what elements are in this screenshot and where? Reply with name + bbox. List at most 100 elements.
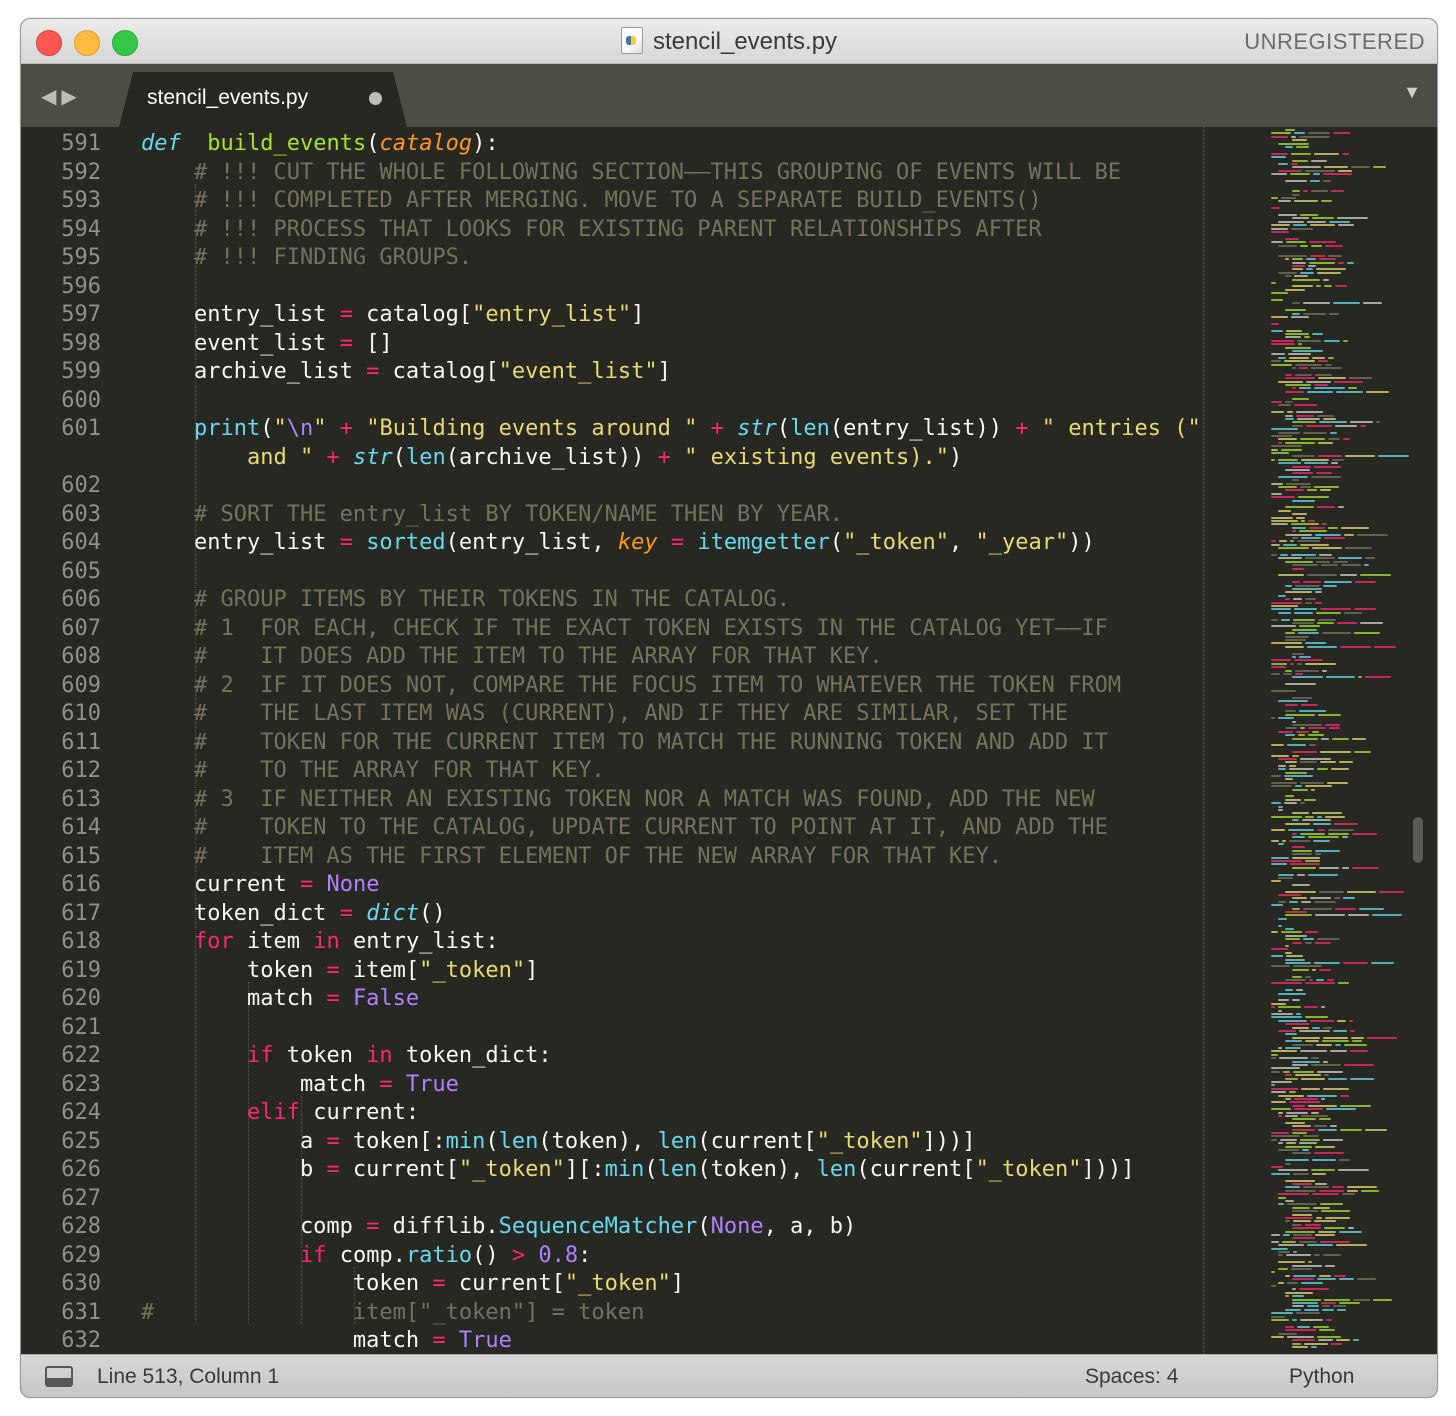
tab-navigation-arrows[interactable]: ◀▶ <box>41 84 82 109</box>
minimap-line <box>1292 720 1296 723</box>
tab-stencil-events[interactable]: stencil_events.py <box>119 72 407 127</box>
minimap-line <box>1285 1274 1290 1277</box>
code-line[interactable]: match = True <box>141 1327 512 1354</box>
code-line[interactable]: token_dict = dict() <box>141 900 446 929</box>
code-token: " <box>273 416 287 441</box>
code-line[interactable]: match = True <box>141 1071 459 1100</box>
minimap-line <box>1314 1125 1327 1128</box>
minimap-line <box>1271 329 1283 332</box>
minimap-line <box>1292 1237 1315 1240</box>
code-line[interactable]: # 3 IF NEITHER AN EXISTING TOKEN NOR A M… <box>141 786 1095 815</box>
code-line[interactable]: # !!! CUT THE WHOLE FOLLOWING SECTION——T… <box>141 159 1121 188</box>
minimap-line <box>1271 965 1290 968</box>
code-area[interactable]: def build_events(catalog): # !!! CUT THE… <box>21 127 1203 1354</box>
minimap-line <box>1291 227 1313 230</box>
code-line[interactable]: entry_list = sorted(entry_list, key = it… <box>141 529 1095 558</box>
code-line[interactable]: if comp.ratio() > 0.8: <box>141 1242 591 1271</box>
code-token: (token), <box>697 1157 817 1182</box>
code-line[interactable]: # ITEM AS THE FIRST ELEMENT OF THE NEW A… <box>141 843 1002 872</box>
indentation-setting[interactable]: Spaces: 4 <box>1085 1355 1178 1397</box>
minimap-line <box>1271 1091 1286 1094</box>
code-line[interactable]: # TO THE ARRAY FOR THAT KEY. <box>141 757 605 786</box>
code-token: = <box>339 330 353 356</box>
code-line[interactable]: archive_list = catalog["event_list"] <box>141 358 671 387</box>
code-token: in <box>366 1043 393 1068</box>
minimap-line <box>1285 713 1315 716</box>
minimap-line <box>1318 713 1341 716</box>
code-line[interactable]: # IT DOES ADD THE ITEM TO THE ARRAY FOR … <box>141 643 883 672</box>
minimap-line <box>1292 261 1306 264</box>
code-line[interactable]: event_list = [] <box>141 330 393 359</box>
minimap-line <box>1271 642 1302 645</box>
syntax-selector[interactable]: Python <box>1289 1355 1354 1397</box>
code-line[interactable]: # 2 IF IT DOES NOT, COMPARE THE FOCUS IT… <box>141 672 1121 701</box>
code-token: ] <box>525 957 539 983</box>
minimap-line <box>1358 676 1362 679</box>
cursor-position[interactable]: Line 513, Column 1 <box>97 1355 279 1397</box>
code-token: len <box>657 1157 698 1182</box>
code-line[interactable]: # THE LAST ITEM WAS (CURRENT), AND IF TH… <box>141 700 1068 729</box>
unsaved-changes-dot-icon[interactable] <box>369 92 382 105</box>
minimap-line <box>1292 265 1305 267</box>
code-line[interactable]: # SORT THE entry_list BY TOKEN/NAME THEN… <box>141 501 843 530</box>
code-line[interactable]: token = item["_token"] <box>141 957 538 986</box>
vertical-scrollbar[interactable] <box>1413 817 1423 863</box>
code-line[interactable]: elif current: <box>141 1099 419 1128</box>
code-line[interactable]: # !!! FINDING GROUPS. <box>141 244 472 273</box>
code-line[interactable]: entry_list = catalog["entry_list"] <box>141 301 644 330</box>
code-line[interactable]: and " + str(len(archive_list)) + " exist… <box>141 444 962 473</box>
minimap-line <box>1271 197 1278 199</box>
minimap-line <box>1278 594 1286 597</box>
minimap-line <box>1350 1030 1355 1032</box>
code-line[interactable]: a = token[:min(len(token), len(current["… <box>141 1128 976 1157</box>
code-line[interactable]: b = current["_token"][:min(len(token), l… <box>141 1156 1135 1185</box>
code-line[interactable]: # TOKEN TO THE CATALOG, UPDATE CURRENT T… <box>141 814 1108 843</box>
minimap-line <box>1271 1002 1286 1005</box>
minimap-line <box>1292 1295 1304 1298</box>
minimap-line <box>1327 781 1348 784</box>
minimap-line <box>1336 390 1363 393</box>
code-line[interactable]: # !!! COMPLETED AFTER MERGING. MOVE TO A… <box>141 187 1042 216</box>
code-line[interactable]: for item in entry_list: <box>141 928 499 957</box>
code-token: ratio <box>405 1242 473 1268</box>
code-editor[interactable]: 591 592 593 594 595 596 597 598 599 600 601 602 603 6… <box>21 127 1437 1354</box>
code-line[interactable]: comp = difflib.SequenceMatcher(None, a, … <box>141 1213 856 1242</box>
code-line[interactable]: # 1 FOR EACH, CHECK IF THE EXACT TOKEN E… <box>141 615 1108 644</box>
code-line[interactable]: # TOKEN FOR THE CURRENT ITEM TO MATCH TH… <box>141 729 1108 758</box>
minimap[interactable] <box>1251 127 1417 1354</box>
code-token: dict <box>366 900 420 926</box>
minimap-line <box>1328 356 1334 359</box>
minimap-line <box>1296 414 1314 417</box>
code-line[interactable]: if token in token_dict: <box>141 1042 552 1071</box>
code-line[interactable]: # !!! PROCESS THAT LOOKS FOR EXISTING PA… <box>141 216 1042 245</box>
minimap-line <box>1324 1298 1350 1301</box>
minimap-line <box>1288 829 1314 832</box>
minimap-line <box>1339 1302 1360 1304</box>
code-line[interactable]: def build_events(catalog): <box>141 130 499 159</box>
code-token: ( <box>776 416 791 441</box>
minimap-line <box>1315 853 1321 856</box>
code-token: str <box>737 416 777 441</box>
minimap-line <box>1292 751 1317 754</box>
tab-list-dropdown-icon[interactable]: ▼ <box>1403 82 1421 103</box>
panel-toggle-icon[interactable] <box>45 1366 73 1387</box>
minimap-line <box>1321 737 1329 740</box>
minimap-line <box>1271 955 1283 958</box>
minimap-line <box>1318 1230 1336 1233</box>
code-line[interactable]: # GROUP ITEMS BY THEIR TOKENS IN THE CAT… <box>141 586 790 615</box>
minimap-line <box>1328 526 1338 529</box>
code-token: build_events <box>207 131 367 156</box>
minimap-line <box>1348 387 1357 390</box>
code-line[interactable]: print("\n" + "Building events around " +… <box>141 415 1201 444</box>
minimap-line <box>1371 962 1394 964</box>
minimap-line <box>1278 1268 1288 1270</box>
code-line[interactable]: token = current["_token"] <box>141 1270 684 1299</box>
minimap-line <box>1301 1077 1325 1080</box>
window-title-area: stencil_events.py <box>21 19 1437 63</box>
code-line[interactable]: match = False <box>141 985 419 1014</box>
code-line[interactable]: # item["_token"] = token <box>141 1299 644 1328</box>
minimap-line <box>1350 421 1373 424</box>
code-token: "entry_list" <box>472 302 632 327</box>
code-line[interactable]: current = None <box>141 871 379 900</box>
